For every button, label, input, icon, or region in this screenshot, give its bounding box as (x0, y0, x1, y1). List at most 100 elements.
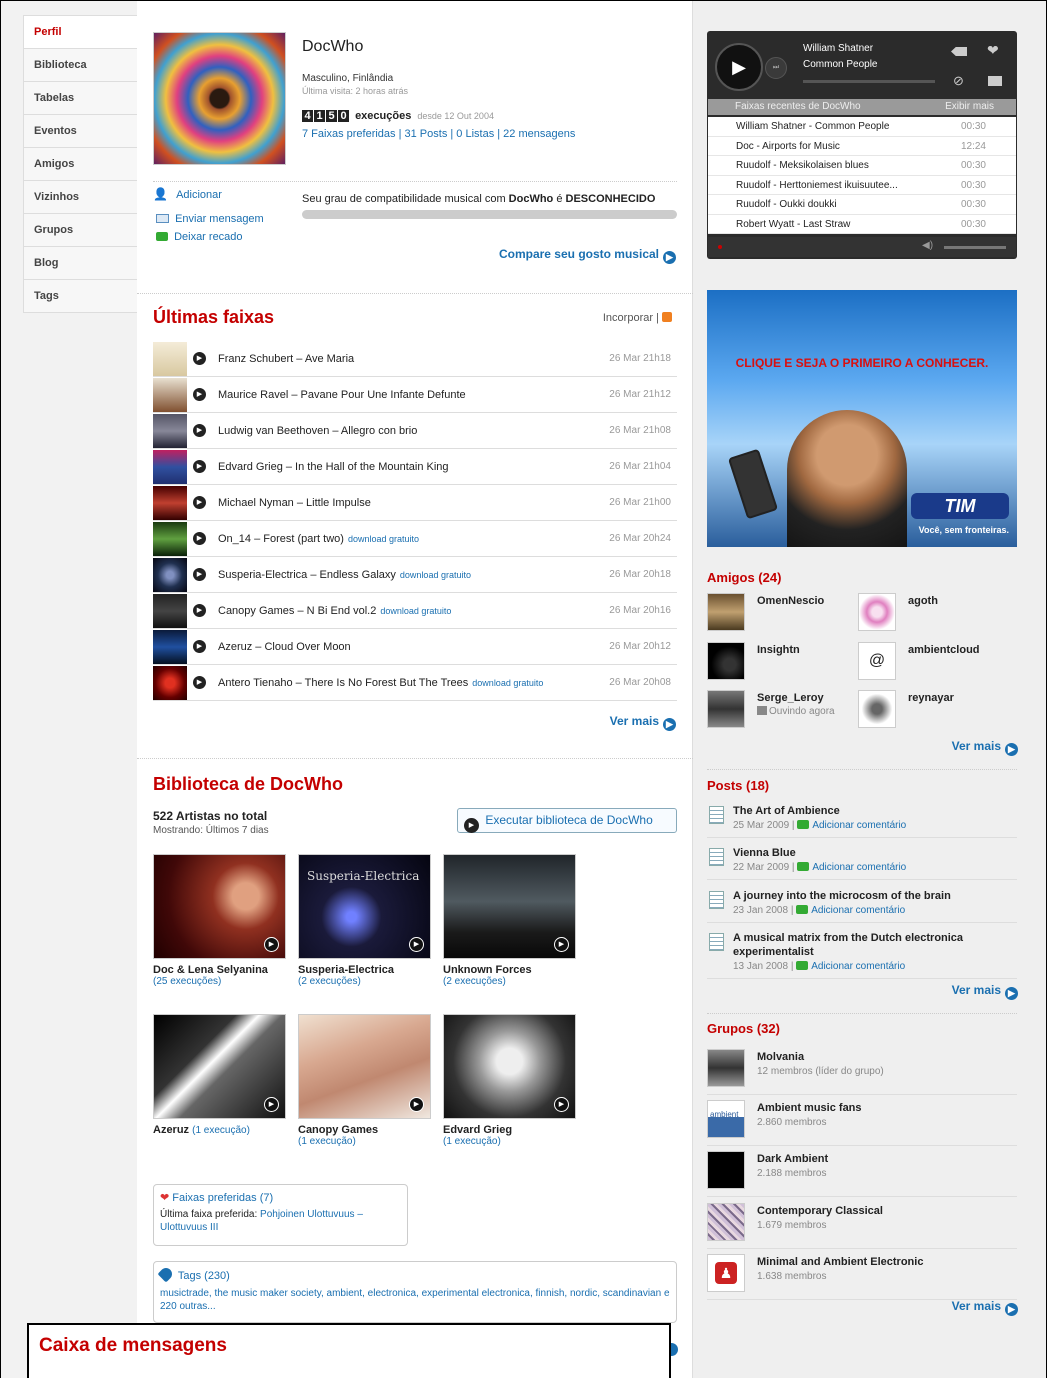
share-envelope-icon[interactable] (988, 76, 1002, 86)
artist-name[interactable]: Susperia-Electrica (298, 964, 433, 976)
artist-image[interactable]: ▶ (443, 1014, 576, 1119)
artist-card[interactable]: Susperia-Electrica ▶ Susperia-Electrica (… (298, 854, 433, 987)
track-thumbnail[interactable] (153, 558, 187, 592)
avatar[interactable]: ♟ (707, 1254, 745, 1292)
nav-eventos[interactable]: Eventos (24, 115, 137, 148)
track-thumbnail[interactable] (153, 522, 187, 556)
free-download-link[interactable]: download gratuito (400, 570, 471, 580)
track-row[interactable]: ▶ Michael Nyman – Little Impulse 26 Mar 21… (153, 485, 677, 521)
track-row[interactable]: ▶ Azeruz – Cloud Over Moon 26 Mar 20h12 (153, 629, 677, 665)
shout-link[interactable]: Deixar recado (156, 231, 243, 243)
track-thumbnail[interactable] (153, 666, 187, 700)
play-icon[interactable]: ▶ (193, 568, 206, 581)
avatar[interactable] (707, 1049, 745, 1087)
track-title[interactable]: Ludwig van Beethoven – Allegro con brio (218, 425, 417, 437)
player-show-more[interactable]: Exibir mais (945, 99, 994, 115)
avatar[interactable] (707, 1151, 745, 1189)
play-library-button[interactable]: ▶ Executar biblioteca de DocWho (457, 808, 677, 833)
nav-biblioteca[interactable]: Biblioteca (24, 49, 137, 82)
track-title[interactable]: Edvard Grieg – In the Hall of the Mounta… (218, 461, 449, 473)
play-icon[interactable]: ▶ (554, 937, 569, 952)
add-comment-link[interactable]: Adicionar comentário (812, 820, 906, 831)
group-name[interactable]: Minimal and Ambient Electronic (757, 1256, 923, 1268)
tags-header[interactable]: Tags (230) (157, 1265, 670, 1283)
artist-name[interactable]: Canopy Games (298, 1124, 433, 1136)
track-title[interactable]: Antero Tienaho – There Is No Forest But … (218, 677, 468, 689)
friend-name[interactable]: Serge_Leroy (757, 692, 824, 704)
inbox-panel[interactable]: Caixa de mensagens (27, 1323, 671, 1378)
friend-item[interactable]: agoth (858, 593, 1008, 633)
nav-vizinhos[interactable]: Vizinhos (24, 181, 137, 214)
track-row[interactable]: ▶ Franz Schubert – Ave Maria 26 Mar 21h18 (153, 341, 677, 377)
play-icon[interactable]: ▶ (264, 1097, 279, 1112)
track-title[interactable]: Susperia-Electrica – Endless Galaxy (218, 569, 396, 581)
play-icon[interactable]: ▶ (193, 604, 206, 617)
nav-tags[interactable]: Tags (24, 280, 137, 313)
add-comment-link[interactable]: Adicionar comentário (811, 961, 905, 972)
block-icon[interactable]: ⊘ (953, 73, 964, 89)
friend-item[interactable]: Serge_Leroy Ouvindo agora (707, 690, 857, 730)
tags-list[interactable]: musictrade, the music maker society, amb… (160, 1288, 661, 1299)
volume-slider[interactable] (944, 246, 1006, 249)
track-row[interactable]: ▶ Susperia-Electrica – Endless Galaxy down… (153, 557, 677, 593)
artist-name[interactable]: Unknown Forces (443, 964, 578, 976)
player-list-item[interactable]: Ruudolf - Meksikolaisen blues 00:30 (708, 156, 1016, 176)
artist-card[interactable]: ▶ Canopy Games (1 execução) (298, 1014, 433, 1147)
avatar[interactable] (707, 1203, 745, 1241)
play-icon[interactable]: ▶ (193, 496, 206, 509)
post-item[interactable]: Vienna Blue 22 Mar 2009 | Adicionar comen… (707, 846, 1017, 880)
volume-icon[interactable]: ◀) (922, 240, 933, 251)
artist-image[interactable]: ▶ (443, 854, 576, 959)
free-download-link[interactable]: download gratuito (380, 606, 451, 616)
group-name[interactable]: Molvania (757, 1051, 804, 1063)
nav-tabelas[interactable]: Tabelas (24, 82, 137, 115)
artist-card[interactable]: ▶ Doc & Lena Selyanina (25 execuções) (153, 854, 288, 987)
add-comment-link[interactable]: Adicionar comentário (811, 905, 905, 916)
friend-item[interactable]: OmenNescio (707, 593, 857, 633)
track-row[interactable]: ▶ Antero Tienaho – There Is No Forest But… (153, 665, 677, 701)
friends-title[interactable]: Amigos (24) (707, 570, 781, 585)
artist-image[interactable]: Susperia-Electrica ▶ (298, 854, 431, 959)
profile-avatar[interactable] (153, 32, 286, 165)
group-item[interactable]: ambient Ambient music fans 2.860 membros (707, 1100, 1017, 1146)
play-icon[interactable]: ▶ (554, 1097, 569, 1112)
play-icon[interactable]: ▶ (193, 352, 206, 365)
play-button[interactable]: ▶ (715, 43, 763, 91)
post-item[interactable]: A journey into the microcosm of the brai… (707, 889, 1017, 923)
avatar[interactable] (707, 642, 745, 680)
artist-card[interactable]: ▶ Edvard Grieg (1 execução) (443, 1014, 578, 1147)
group-item[interactable]: Molvania 12 membros (líder do grupo) (707, 1049, 1017, 1095)
loved-tracks-header[interactable]: ❤ Faixas preferidas (7) (160, 1191, 401, 1204)
artist-image[interactable]: ▶ (153, 1014, 286, 1119)
posts-more[interactable]: Ver mais ▶ (952, 983, 1018, 1000)
friend-name[interactable]: Insightn (757, 644, 800, 656)
track-thumbnail[interactable] (153, 378, 187, 412)
artist-card[interactable]: ▶ Azeruz (1 execução) (153, 1014, 288, 1136)
track-title[interactable]: Franz Schubert – Ave Maria (218, 353, 354, 365)
friend-item[interactable]: reynayar (858, 690, 1008, 730)
track-title[interactable]: Michael Nyman – Little Impulse (218, 497, 371, 509)
friend-name[interactable]: reynayar (908, 692, 954, 704)
avatar[interactable]: ambient (707, 1100, 745, 1138)
track-title[interactable]: Azeruz – Cloud Over Moon (218, 641, 351, 653)
avatar[interactable] (707, 690, 745, 728)
add-comment-link[interactable]: Adicionar comentário (812, 862, 906, 873)
group-name[interactable]: Ambient music fans (757, 1102, 862, 1114)
artist-name[interactable]: Doc & Lena Selyanina (153, 964, 288, 976)
nav-blog[interactable]: Blog (24, 247, 137, 280)
advertisement-banner[interactable]: CLIQUE E SEJA O PRIMEIRO A CONHECER. TIM… (707, 290, 1017, 547)
track-thumbnail[interactable] (153, 594, 187, 628)
play-icon[interactable]: ▶ (193, 424, 206, 437)
friend-item[interactable]: Insightn (707, 642, 857, 682)
track-thumbnail[interactable] (153, 342, 187, 376)
skip-button[interactable]: ⏭ (765, 57, 787, 79)
profile-stats-links[interactable]: 7 Faixas preferidas | 31 Posts | 0 Lista… (302, 128, 575, 140)
artist-image[interactable]: ▶ (298, 1014, 431, 1119)
friends-more[interactable]: Ver mais ▶ (952, 739, 1018, 756)
group-name[interactable]: Contemporary Classical (757, 1205, 883, 1217)
free-download-link[interactable]: download gratuito (348, 534, 419, 544)
play-icon[interactable]: ▶ (264, 937, 279, 952)
ban-icon[interactable] (951, 47, 967, 56)
play-icon[interactable]: ▶ (193, 388, 206, 401)
track-thumbnail[interactable] (153, 486, 187, 520)
